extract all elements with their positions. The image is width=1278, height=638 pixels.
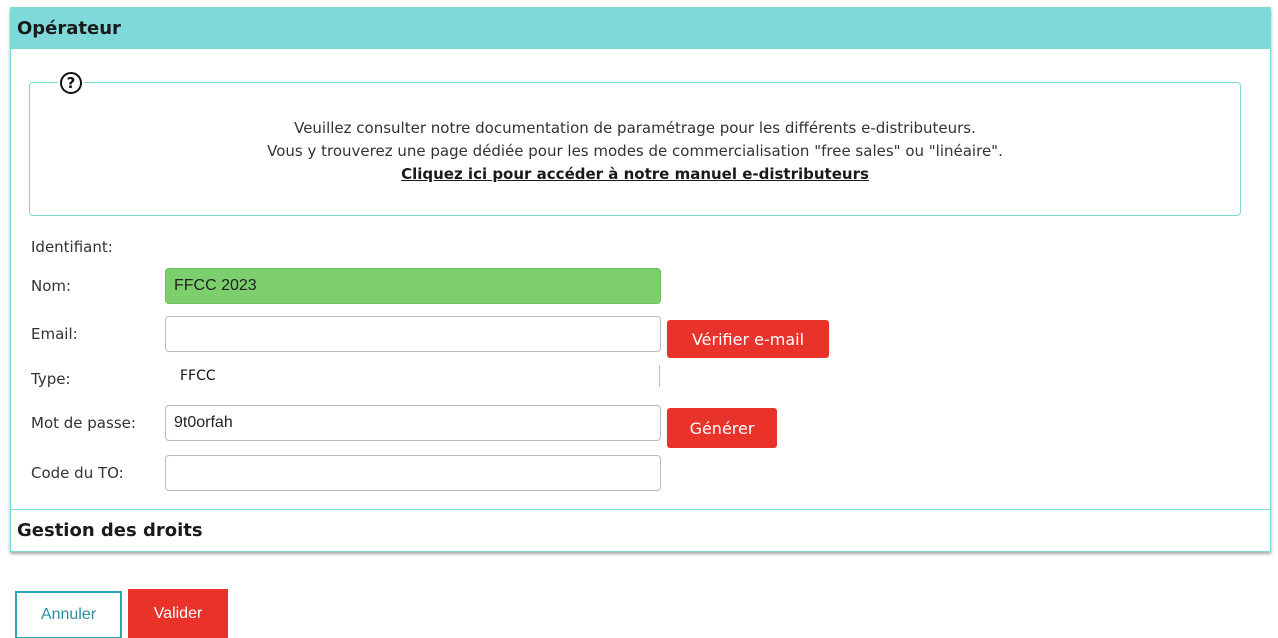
operator-panel: Opérateur ? Veuillez consulter notre doc…	[10, 7, 1271, 552]
verify-email-button[interactable]: Vérifier e-mail	[667, 320, 829, 358]
type-value: FFCC	[180, 368, 216, 384]
code-to-input[interactable]	[165, 455, 661, 491]
info-box: ? Veuillez consulter notre documentation…	[29, 70, 1241, 216]
password-input[interactable]: 9t0orfah	[165, 405, 661, 441]
info-line-2: Vous y trouverez une page dédiée pour le…	[267, 142, 1003, 160]
info-line-1: Veuillez consulter notre documentation d…	[294, 119, 976, 137]
code-to-label: Code du TO:	[31, 464, 124, 482]
help-circle-icon: ?	[58, 70, 84, 96]
nom-label: Nom:	[31, 277, 72, 295]
type-divider	[659, 365, 660, 387]
type-label: Type:	[31, 370, 71, 388]
submit-button[interactable]: Valider	[128, 589, 228, 638]
cancel-button[interactable]: Annuler	[15, 591, 122, 638]
manual-link[interactable]: Cliquez ici pour accéder à notre manuel …	[401, 165, 869, 183]
nom-input[interactable]: FFCC 2023	[165, 268, 661, 304]
email-input[interactable]	[165, 316, 661, 352]
password-label: Mot de passe:	[31, 414, 136, 432]
email-label: Email:	[31, 325, 78, 343]
rights-section-title[interactable]: Gestion des droits	[11, 509, 1270, 551]
identifiant-label: Identifiant:	[31, 238, 113, 256]
generate-button[interactable]: Générer	[667, 408, 777, 448]
panel-title: Opérateur	[11, 8, 1270, 49]
